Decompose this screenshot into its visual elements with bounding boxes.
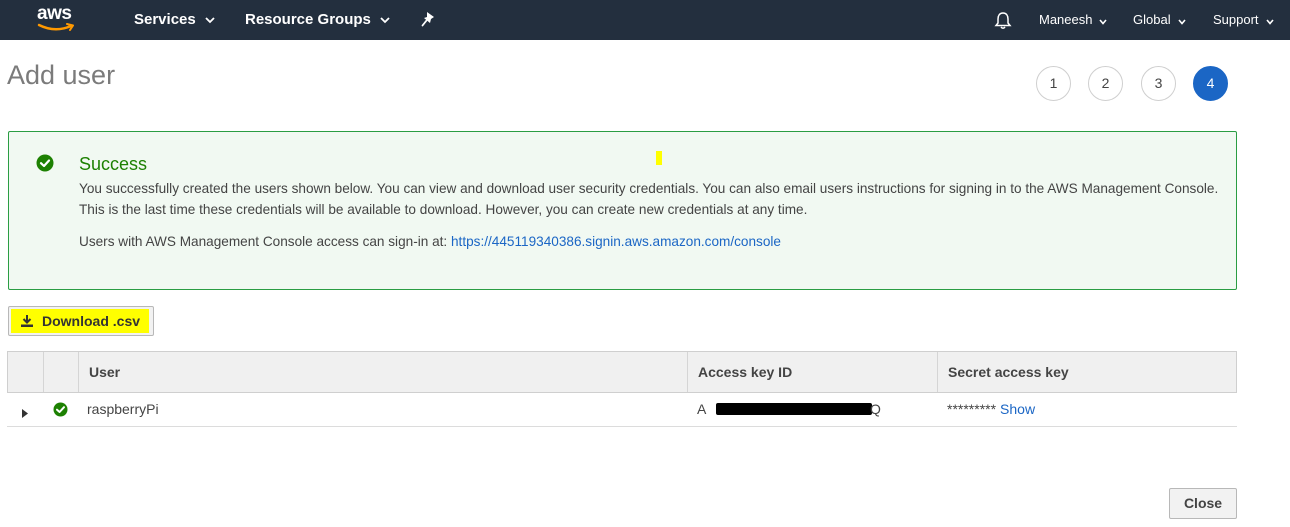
services-menu[interactable]: Services [134, 0, 215, 40]
column-header-access-key-id[interactable]: Access key ID [687, 352, 937, 392]
secret-key-masked: ********* [947, 401, 997, 417]
secret-key-cell: ********* Show [947, 393, 1035, 426]
aws-logo-text: aws [37, 3, 72, 24]
account-menu[interactable]: Maneesh [1039, 0, 1108, 41]
aws-logo[interactable]: aws [37, 4, 79, 34]
show-secret-link[interactable]: Show [1000, 401, 1035, 417]
console-signin-link[interactable]: https://445119340386.signin.aws.amazon.c… [451, 234, 781, 249]
support-label: Support [1213, 12, 1259, 27]
table-header: User Access key ID Secret access key [7, 351, 1237, 393]
services-label: Services [134, 11, 196, 28]
success-title: Success [79, 154, 148, 174]
download-csv-label: Download .csv [42, 313, 141, 329]
console-signin-prefix: Users with AWS Management Console access… [79, 234, 451, 249]
users-table: User Access key ID Secret access key ras… [7, 351, 1237, 427]
pin-icon[interactable] [421, 11, 437, 29]
access-key-suffix: Q [870, 401, 881, 417]
download-icon [20, 314, 34, 328]
account-name: Maneesh [1039, 12, 1093, 27]
wizard-step-2[interactable]: 2 [1088, 66, 1123, 101]
resource-groups-menu[interactable]: Resource Groups [245, 0, 390, 40]
chevron-down-icon [1265, 1, 1274, 41]
chevron-down-icon [380, 0, 390, 40]
region-label: Global [1133, 12, 1171, 27]
chevron-down-icon [1099, 1, 1108, 41]
bell-icon[interactable] [994, 11, 1012, 30]
row-user-name: raspberryPi [87, 401, 159, 417]
chevron-down-icon [1177, 1, 1186, 41]
check-circle-icon [53, 402, 68, 417]
page-title: Add user [7, 60, 116, 90]
resource-groups-label: Resource Groups [245, 11, 371, 28]
region-menu[interactable]: Global [1133, 0, 1186, 40]
column-header-secret-access-key[interactable]: Secret access key [937, 352, 1236, 392]
highlight-mark [656, 151, 662, 165]
aws-smile-icon [37, 23, 74, 31]
chevron-down-icon [205, 0, 215, 40]
success-alert: Success You successfully created the use… [8, 131, 1237, 290]
download-csv-button[interactable]: Download .csv [8, 306, 154, 336]
table-row: raspberryPi A Q ********* Show [7, 393, 1237, 427]
redacted-access-key [716, 403, 872, 415]
check-circle-icon [36, 154, 54, 172]
close-button[interactable]: Close [1169, 488, 1237, 519]
success-message: You successfully created the users shown… [79, 181, 1219, 217]
support-menu[interactable]: Support [1213, 0, 1274, 40]
console-signin-line: Users with AWS Management Console access… [79, 234, 781, 249]
expand-row-icon[interactable] [22, 405, 28, 418]
column-header-user[interactable]: User [78, 352, 687, 392]
wizard-step-4-current: 4 [1193, 66, 1228, 101]
top-navigation-bar: aws Services Resource Groups Maneesh Glo… [0, 0, 1290, 40]
wizard-step-1[interactable]: 1 [1036, 66, 1071, 101]
access-key-prefix: A [697, 401, 707, 417]
status-column-header [43, 352, 78, 392]
wizard-step-3[interactable]: 3 [1141, 66, 1176, 101]
